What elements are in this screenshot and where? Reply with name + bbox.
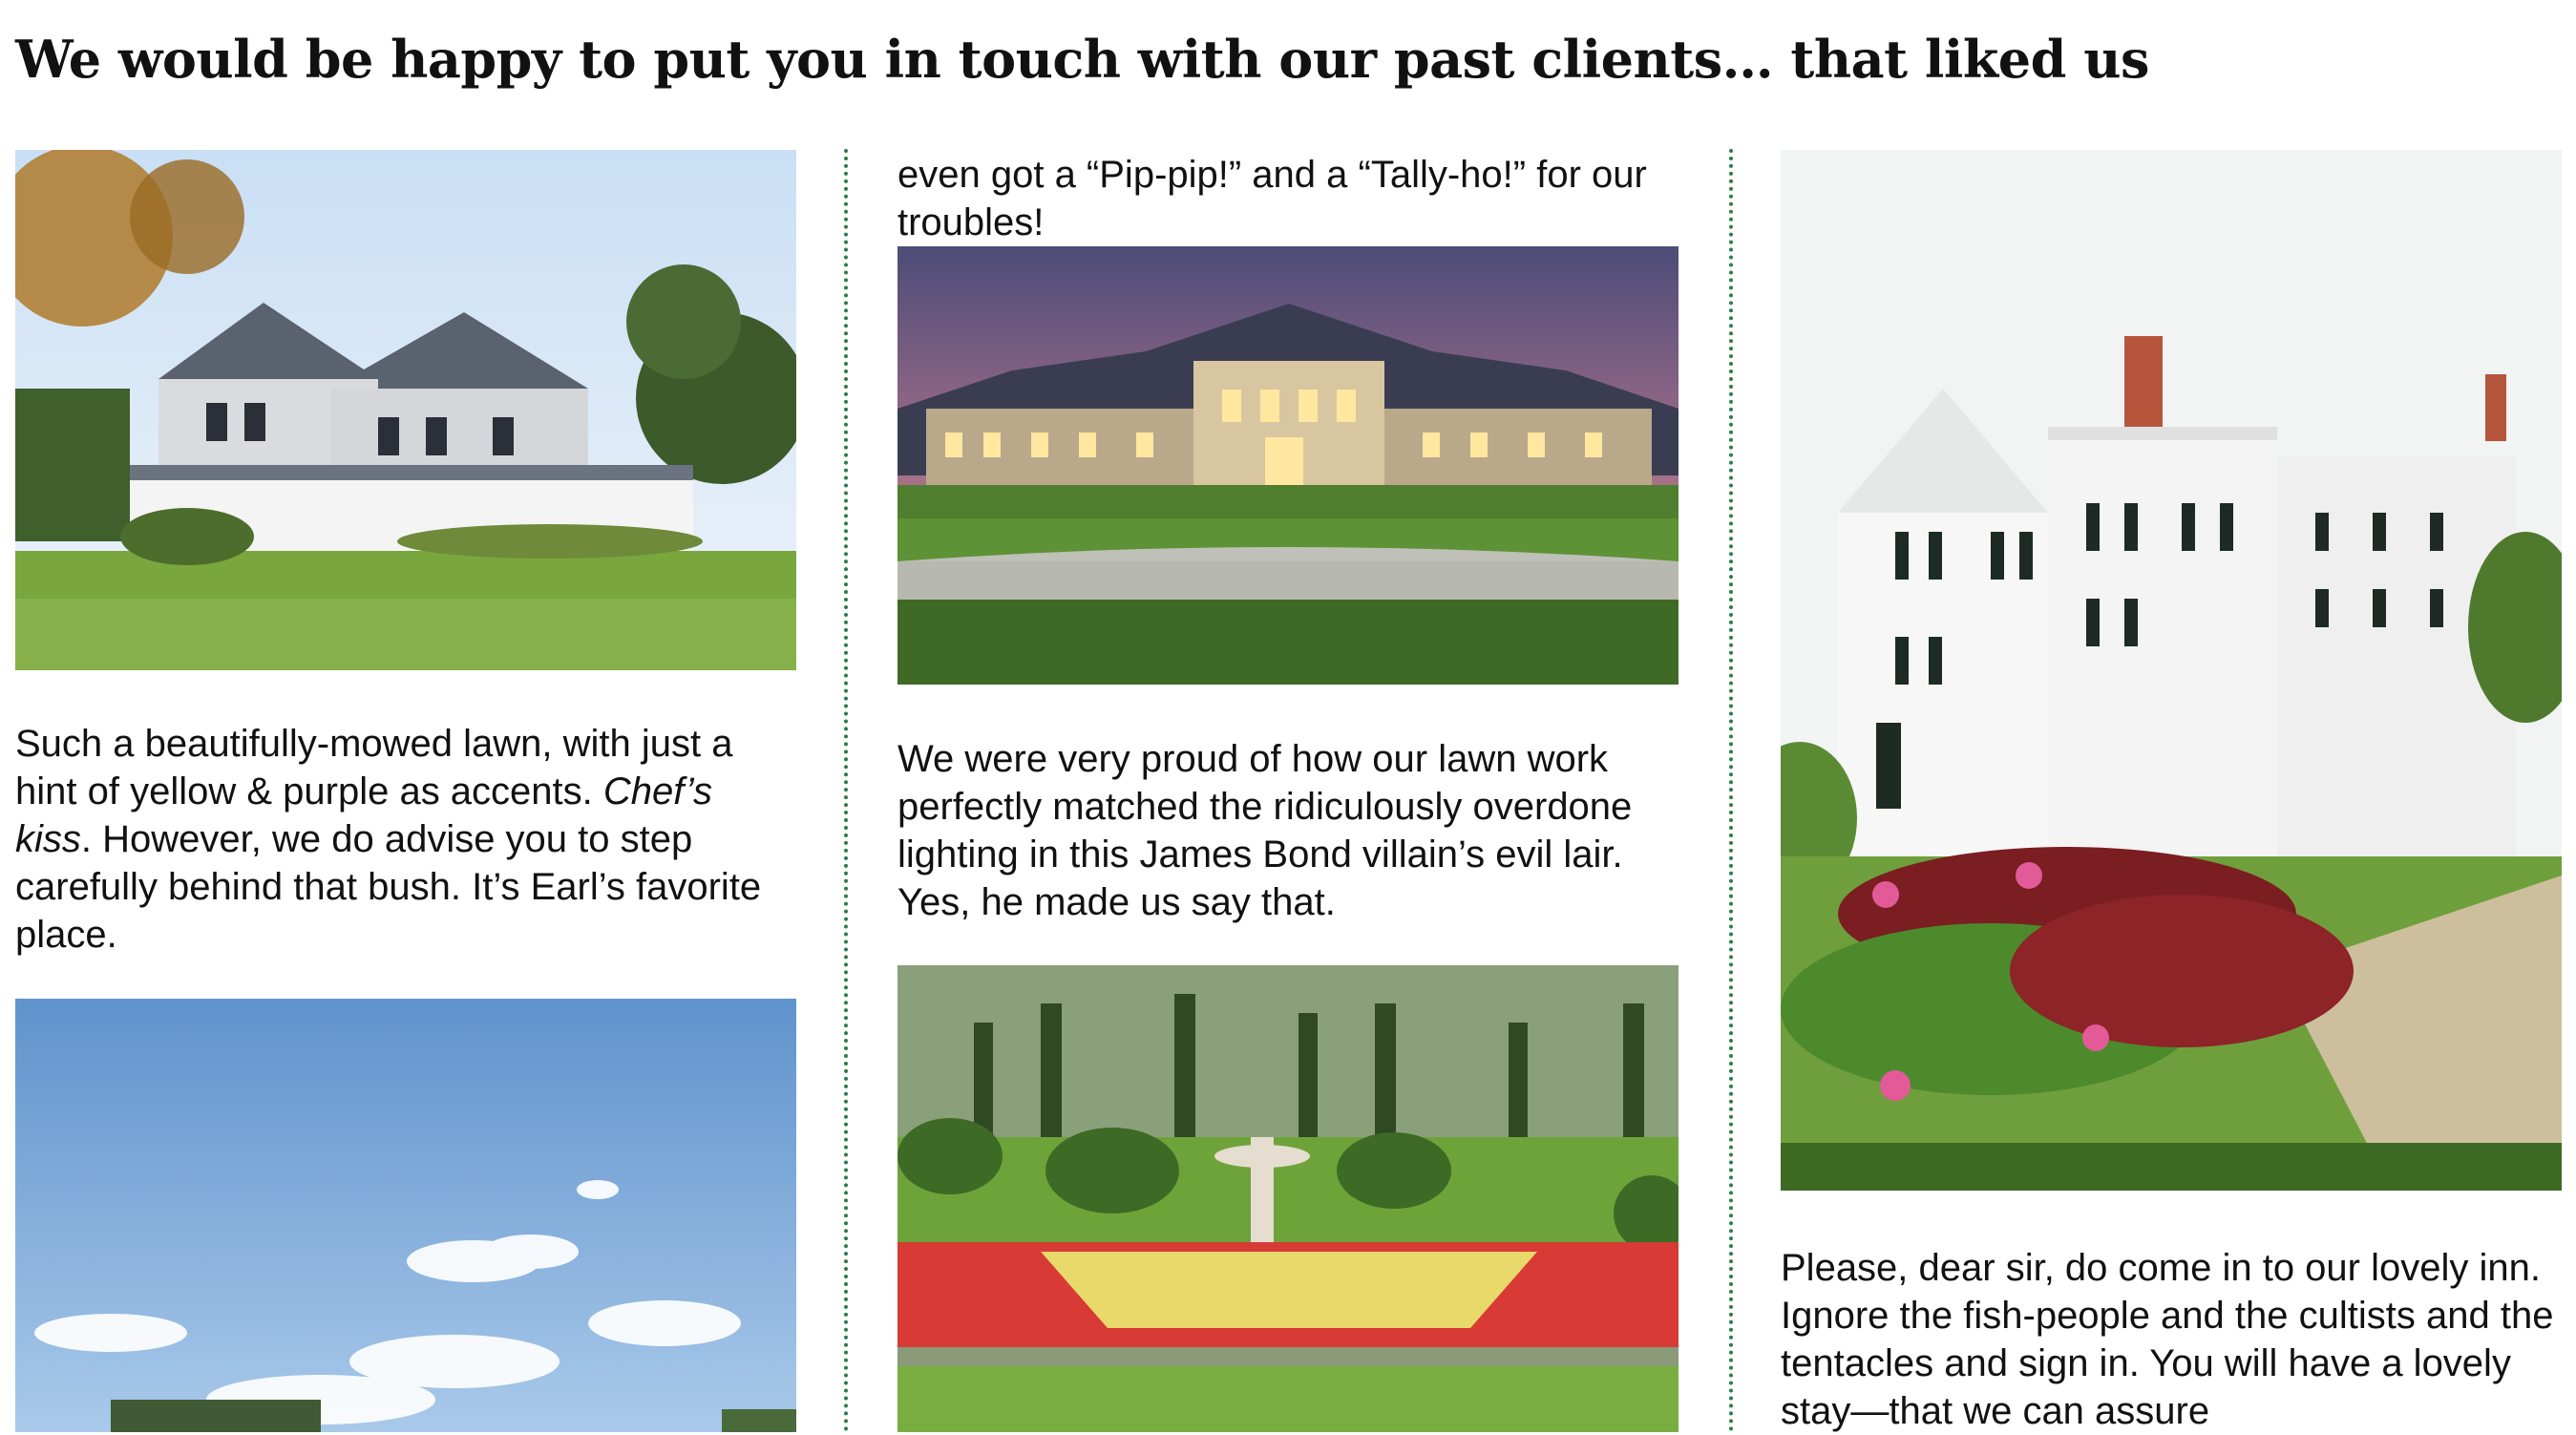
column-divider-2: [1729, 149, 1733, 1432]
column-divider-1: [844, 149, 848, 1432]
pip-pip-caption: even got a “Pip-pip!” and a “Tally-ho!” …: [897, 154, 1647, 243]
sky-photo: [15, 999, 796, 1432]
lit-mansion-image: [897, 246, 1679, 685]
lawn-caption-text-end: . However, we do advise you to step care…: [15, 818, 762, 956]
mansion-caption: We were very proud of how our lawn work …: [897, 738, 1633, 923]
formal-garden-photo: [897, 965, 1679, 1432]
mansion-photo: [897, 246, 1679, 685]
page-title: We would be happy to put you in touch wi…: [15, 29, 2149, 90]
sky-clouds-image: [15, 999, 796, 1432]
cottage-house-image: [15, 150, 796, 670]
inn-caption: Please, dear sir, do come in to our love…: [1781, 1247, 2554, 1432]
cottage-house-photo: [15, 150, 796, 670]
lawn-caption: Such a beautifully-mowed lawn, with just…: [15, 720, 796, 959]
formal-garden-image: [897, 965, 1679, 1432]
white-inn-garden-image: [1781, 150, 2562, 1191]
white-inn-photo: [1781, 150, 2562, 1191]
